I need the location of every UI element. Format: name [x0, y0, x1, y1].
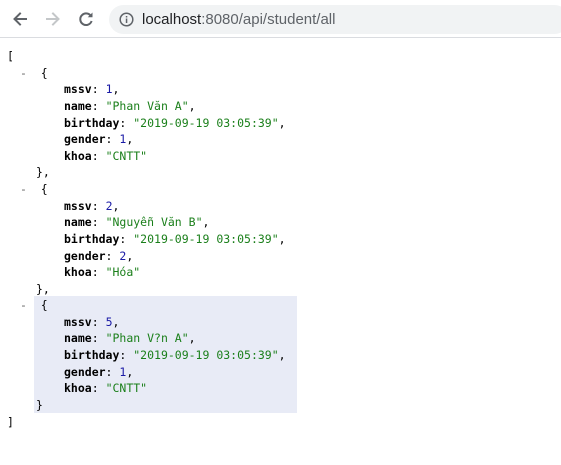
forward-arrow-icon	[46, 12, 60, 26]
field-gender: gender: 1,	[64, 132, 134, 146]
object-close: },	[36, 165, 50, 179]
array-close: ]	[7, 415, 14, 429]
field-gender: gender: 1,	[64, 365, 134, 379]
object-open[interactable]: - {	[20, 297, 48, 314]
info-icon[interactable]	[119, 12, 134, 27]
object-close: },	[36, 282, 50, 296]
reload-button[interactable]	[73, 7, 99, 31]
array-open: [	[7, 49, 14, 63]
field-name: name: "Phan V?n A",	[64, 331, 196, 345]
object-open[interactable]: - {	[20, 65, 48, 82]
reload-icon	[79, 12, 93, 26]
field-birthday: birthday: "2019-09-19 03:05:39",	[64, 116, 286, 130]
field-mssv: mssv: 5,	[64, 315, 120, 329]
field-khoa: khoa: "CNTT"	[64, 381, 148, 395]
field-khoa: khoa: "Hóa"	[64, 265, 141, 279]
url-text[interactable]: localhost:8080/api/student/all	[142, 10, 335, 29]
collapse-toggle[interactable]: -	[20, 182, 27, 196]
collapse-toggle[interactable]: -	[20, 66, 27, 80]
field-name: name: "Nguyễn Văn B",	[64, 215, 210, 229]
field-mssv: mssv: 2,	[64, 199, 120, 213]
back-arrow-icon	[13, 12, 27, 26]
forward-button[interactable]	[40, 7, 66, 31]
field-name: name: "Phan Văn A",	[64, 99, 196, 113]
collapse-toggle[interactable]: -	[20, 298, 27, 312]
field-birthday: birthday: "2019-09-19 03:05:39",	[64, 232, 286, 246]
object-open[interactable]: - {	[20, 181, 48, 198]
address-bar[interactable]: localhost:8080/api/student/all	[109, 5, 561, 34]
object-close: }	[36, 398, 43, 412]
field-birthday: birthday: "2019-09-19 03:05:39",	[64, 348, 286, 362]
field-khoa: khoa: "CNTT"	[64, 149, 148, 163]
back-button[interactable]	[7, 7, 33, 31]
url-host: localhost	[142, 11, 202, 28]
field-gender: gender: 2,	[64, 249, 134, 263]
browser-toolbar: localhost:8080/api/student/all	[0, 0, 561, 38]
field-mssv: mssv: 1,	[64, 82, 120, 96]
url-path: :8080/api/student/all	[201, 11, 336, 28]
